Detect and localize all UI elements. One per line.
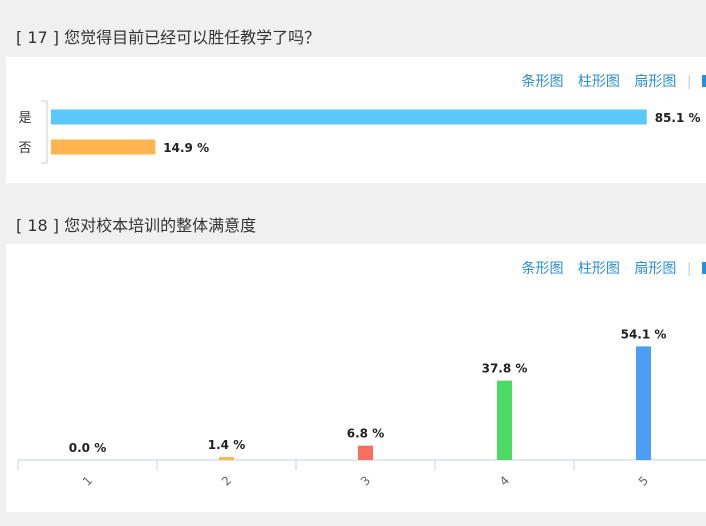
category-axis	[41, 100, 48, 164]
bar	[51, 109, 647, 125]
column-value-label: 54.1 %	[621, 327, 667, 341]
bar-value-label: 85.1 %	[655, 111, 701, 125]
x-tick-label: 2	[219, 473, 234, 488]
chart-type-tabs: 条形图 柱形图 扇形图 |	[511, 71, 706, 91]
x-tick-label: 4	[497, 473, 512, 488]
tab-pie-chart[interactable]: 扇形图	[634, 261, 676, 277]
x-tick-label: 3	[358, 473, 373, 488]
column	[636, 346, 651, 460]
x-tick-label: 5	[636, 473, 651, 488]
tab-bar-chart[interactable]: 条形图	[521, 74, 563, 90]
tab-column-chart[interactable]: 柱形图	[578, 74, 620, 90]
bar-value-label: 14.9 %	[163, 141, 209, 155]
question-18-card: 条形图 柱形图 扇形图 | 0.0 % 1 1.4 % 2 6.8 % 3 37.8 % 4 5…	[6, 244, 706, 512]
column	[358, 445, 373, 460]
column-value-label: 37.8 %	[482, 362, 528, 376]
question-18-column-chart: 0.0 % 1 1.4 % 2 6.8 % 3 37.8 % 4 54.1 % 5	[17, 327, 706, 489]
more-tab-icon[interactable]	[702, 262, 706, 274]
column	[219, 457, 234, 460]
tab-column-chart[interactable]: 柱形图	[578, 261, 620, 277]
chart-type-tabs: 条形图 柱形图 扇形图 |	[511, 258, 706, 278]
tab-separator: |	[686, 74, 692, 90]
column	[497, 380, 512, 460]
more-tab-icon[interactable]	[702, 75, 706, 87]
column-value-label: 1.4 %	[208, 438, 245, 452]
question-17-title: [ 17 ] 您觉得目前已经可以胜任教学了吗？	[16, 28, 321, 47]
tab-bar-chart[interactable]: 条形图	[521, 261, 563, 277]
question-17-card: 条形图 柱形图 扇形图 | 是 85.1 % 否 14.9 %	[6, 57, 706, 183]
tab-pie-chart[interactable]: 扇形图	[634, 74, 676, 90]
bar	[51, 139, 156, 155]
question-18-title: [ 18 ] 您对校本培训的整体满意度	[16, 216, 257, 235]
column-value-label: 0.0 %	[69, 441, 106, 455]
category-label: 否	[18, 141, 31, 156]
category-label: 是	[18, 111, 31, 126]
x-tick-label: 1	[80, 473, 95, 488]
tab-separator: |	[686, 261, 692, 277]
column-value-label: 6.8 %	[347, 427, 384, 441]
